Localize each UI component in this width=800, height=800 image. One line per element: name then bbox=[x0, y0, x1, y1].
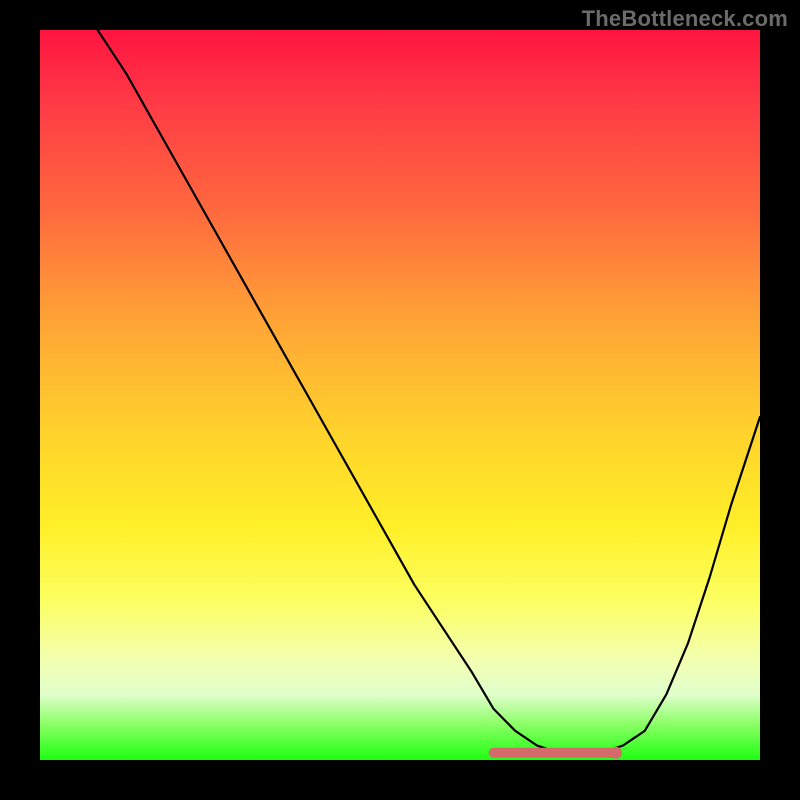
curve-svg bbox=[40, 30, 760, 760]
plot-area bbox=[40, 30, 760, 760]
chart-frame: TheBottleneck.com bbox=[0, 0, 800, 800]
watermark-label: TheBottleneck.com bbox=[582, 6, 788, 32]
optimal-point-marker bbox=[610, 747, 622, 759]
bottleneck-curve bbox=[98, 30, 760, 753]
